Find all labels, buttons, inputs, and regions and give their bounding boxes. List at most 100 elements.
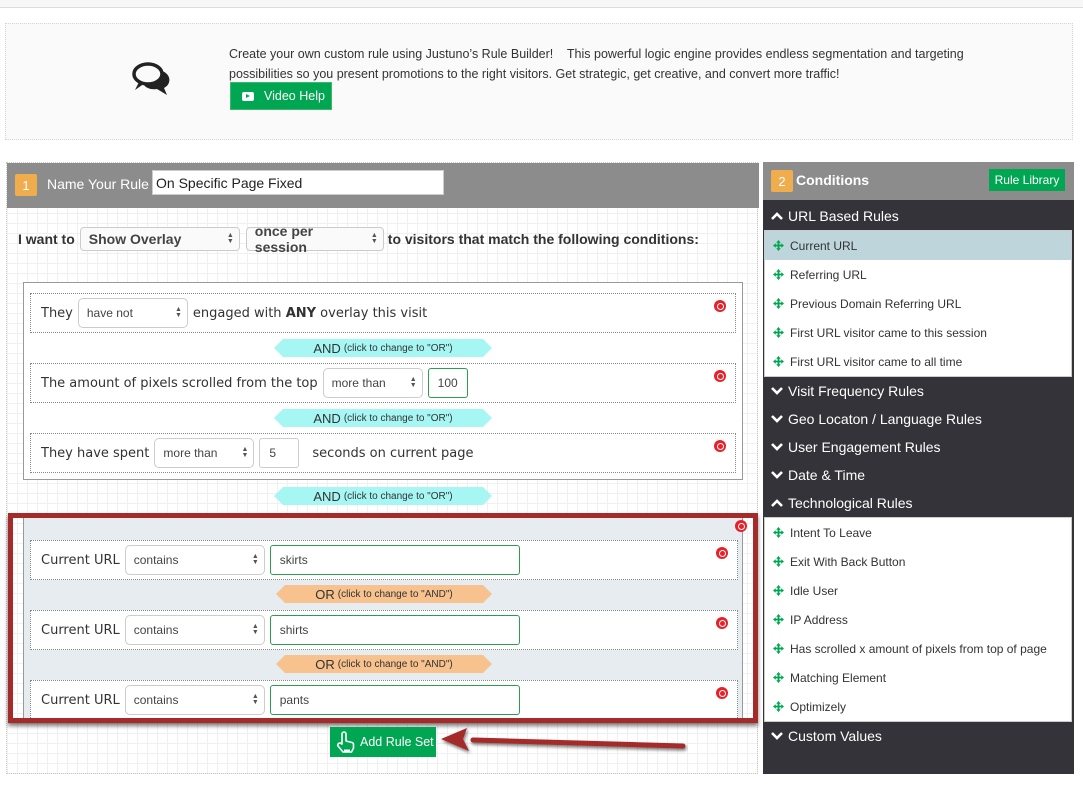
- step-badge: 2: [771, 170, 793, 192]
- rule-item-current-url[interactable]: Current URL: [765, 231, 1071, 260]
- condition-engagement: They have not ▲ ▼ engaged with ANY overla…: [30, 293, 736, 333]
- rule-item-label: Idle User: [790, 583, 839, 598]
- move-icon: [773, 585, 784, 596]
- category-label: Geo Locaton / Language Rules: [788, 411, 982, 427]
- youtube-play-icon: [242, 91, 254, 101]
- move-icon: [773, 672, 784, 683]
- rule-item-label: Current URL: [790, 238, 858, 253]
- conditions-panel: 2 Conditions Rule Library URL Based Rule…: [763, 162, 1074, 774]
- select-arrows-icon: ▲ ▼: [226, 232, 234, 245]
- category-label: User Engagement Rules: [788, 439, 941, 455]
- pointing-hand-icon: [336, 731, 355, 753]
- rule-item-label: Previous Domain Referring URL: [790, 296, 962, 311]
- category-url-based-rules[interactable]: URL Based Rules: [763, 202, 1074, 230]
- rule-item-previous-domain-referring-url[interactable]: Previous Domain Referring URL: [765, 289, 1071, 318]
- rule-item-label: Matching Element: [790, 670, 887, 685]
- add-rule-set-button[interactable]: Add Rule Set: [330, 727, 436, 757]
- rule-name-header: 1 Name Your Rule: [7, 163, 759, 208]
- rule-item-scrolled-pixels[interactable]: Has scrolled x amount of pixels from top…: [765, 634, 1071, 663]
- rule-name-input[interactable]: [152, 170, 444, 195]
- and-connector[interactable]: AND (click to change to "OR"): [274, 339, 492, 357]
- condition-time-on-page: They have spent more than ▲ ▼ 5 seconds o…: [30, 433, 736, 473]
- category-label: Technological Rules: [788, 495, 913, 511]
- move-icon: [773, 240, 784, 251]
- frequency-select-value: once per session: [254, 223, 314, 255]
- condition-label: They: [41, 305, 73, 321]
- chat-bubbles-icon: [132, 62, 170, 95]
- rule-item-ip-address[interactable]: IP Address: [765, 605, 1071, 634]
- rule-item-intent-to-leave[interactable]: Intent To Leave: [765, 518, 1071, 547]
- connector-hint: (click to change to "OR"): [343, 412, 453, 424]
- rule-item-label: IP Address: [790, 612, 848, 627]
- scroll-comparator-select[interactable]: more than ▲ ▼: [322, 368, 423, 398]
- rule-library-button[interactable]: Rule Library: [989, 169, 1065, 191]
- conditions-header: 2 Conditions Rule Library: [763, 162, 1074, 200]
- rule-item-first-url-session[interactable]: First URL visitor came to this session: [765, 318, 1071, 347]
- rule-item-optimizely[interactable]: Optimizely: [765, 692, 1071, 721]
- action-sentence: I want to Show Overlay ▲ ▼ once per sessi…: [18, 223, 699, 255]
- condition-suffix: engaged with ANY overlay this visit: [192, 305, 428, 321]
- rule-item-referring-url[interactable]: Referring URL: [765, 260, 1071, 289]
- category-label: Visit Frequency Rules: [788, 383, 924, 399]
- category-user-engagement-rules[interactable]: User Engagement Rules: [763, 433, 1074, 461]
- category-date-time[interactable]: Date & Time: [763, 461, 1074, 489]
- chevron-down-icon: [771, 387, 783, 395]
- category-technological-rules[interactable]: Technological Rules: [763, 489, 1074, 517]
- highlight-annotation-frame: [8, 513, 758, 723]
- scroll-pixels-input[interactable]: 100: [427, 368, 468, 398]
- rule-builder-panel: 1 Name Your Rule I want to Show Overlay …: [6, 162, 759, 774]
- connector-hint: (click to change to "OR"): [343, 342, 453, 354]
- action-select[interactable]: Show Overlay ▲ ▼: [79, 227, 240, 251]
- and-connector[interactable]: AND (click to change to "OR"): [274, 409, 492, 427]
- engagement-select[interactable]: have not ▲ ▼: [77, 298, 188, 328]
- remove-condition-icon[interactable]: [714, 370, 726, 382]
- category-custom-values[interactable]: Custom Values: [763, 722, 1074, 750]
- scroll-comparator-value: more than: [331, 376, 386, 390]
- time-comparator-select[interactable]: more than ▲ ▼: [154, 438, 255, 468]
- frequency-select[interactable]: once per session ▲ ▼: [245, 223, 384, 255]
- move-icon: [773, 643, 784, 654]
- move-icon: [773, 701, 784, 712]
- chevron-up-icon: [771, 212, 783, 220]
- select-arrows-icon: ▲ ▼: [370, 232, 378, 245]
- category-label: Date & Time: [788, 467, 866, 483]
- select-arrows-icon: ▲ ▼: [174, 306, 182, 319]
- move-icon: [773, 556, 784, 567]
- rule-item-label: Intent To Leave: [790, 525, 872, 540]
- rule-item-label: Has scrolled x amount of pixels from top…: [790, 641, 1047, 656]
- chevron-down-icon: [771, 732, 783, 740]
- category-label: Custom Values: [788, 728, 882, 744]
- action-select-value: Show Overlay: [88, 231, 182, 247]
- top-bar: [0, 0, 1083, 8]
- select-arrows-icon: ▲ ▼: [241, 446, 249, 459]
- technological-rules-list: Intent To Leave Exit With Back Button Id…: [764, 517, 1072, 722]
- rule-item-idle-user[interactable]: Idle User: [765, 576, 1071, 605]
- chevron-down-icon: [771, 443, 783, 451]
- intro-panel: Create your own custom rule using Justun…: [5, 23, 1073, 140]
- connector-label: AND: [313, 340, 341, 356]
- move-icon: [773, 269, 784, 280]
- move-icon: [773, 614, 784, 625]
- remove-condition-icon[interactable]: [714, 300, 726, 312]
- rule-item-first-url-all-time[interactable]: First URL visitor came to all time: [765, 347, 1071, 376]
- step-badge: 1: [15, 174, 37, 196]
- rule-set-connector[interactable]: AND (click to change to "OR"): [274, 487, 492, 505]
- video-help-label: Video Help: [264, 89, 325, 103]
- move-icon: [773, 527, 784, 538]
- category-visit-frequency-rules[interactable]: Visit Frequency Rules: [763, 377, 1074, 405]
- condition-scroll-pixels: The amount of pixels scrolled from the t…: [30, 363, 736, 403]
- url-rules-list: Current URL Referring URL Previous Domai…: [764, 230, 1072, 377]
- video-help-button[interactable]: Video Help: [230, 82, 332, 110]
- want-suffix: to visitors that match the following con…: [387, 231, 699, 247]
- chevron-up-icon: [771, 499, 783, 507]
- category-geo-location-rules[interactable]: Geo Locaton / Language Rules: [763, 405, 1074, 433]
- rule-item-exit-back-button[interactable]: Exit With Back Button: [765, 547, 1071, 576]
- seconds-input[interactable]: 5: [259, 438, 300, 468]
- move-icon: [773, 356, 784, 367]
- rule-item-matching-element[interactable]: Matching Element: [765, 663, 1071, 692]
- connector-label: AND: [313, 410, 341, 426]
- rule-item-label: First URL visitor came to all time: [790, 354, 963, 369]
- condition-label: The amount of pixels scrolled from the t…: [41, 375, 318, 391]
- engagement-select-value: have not: [86, 306, 133, 320]
- remove-condition-icon[interactable]: [714, 440, 726, 452]
